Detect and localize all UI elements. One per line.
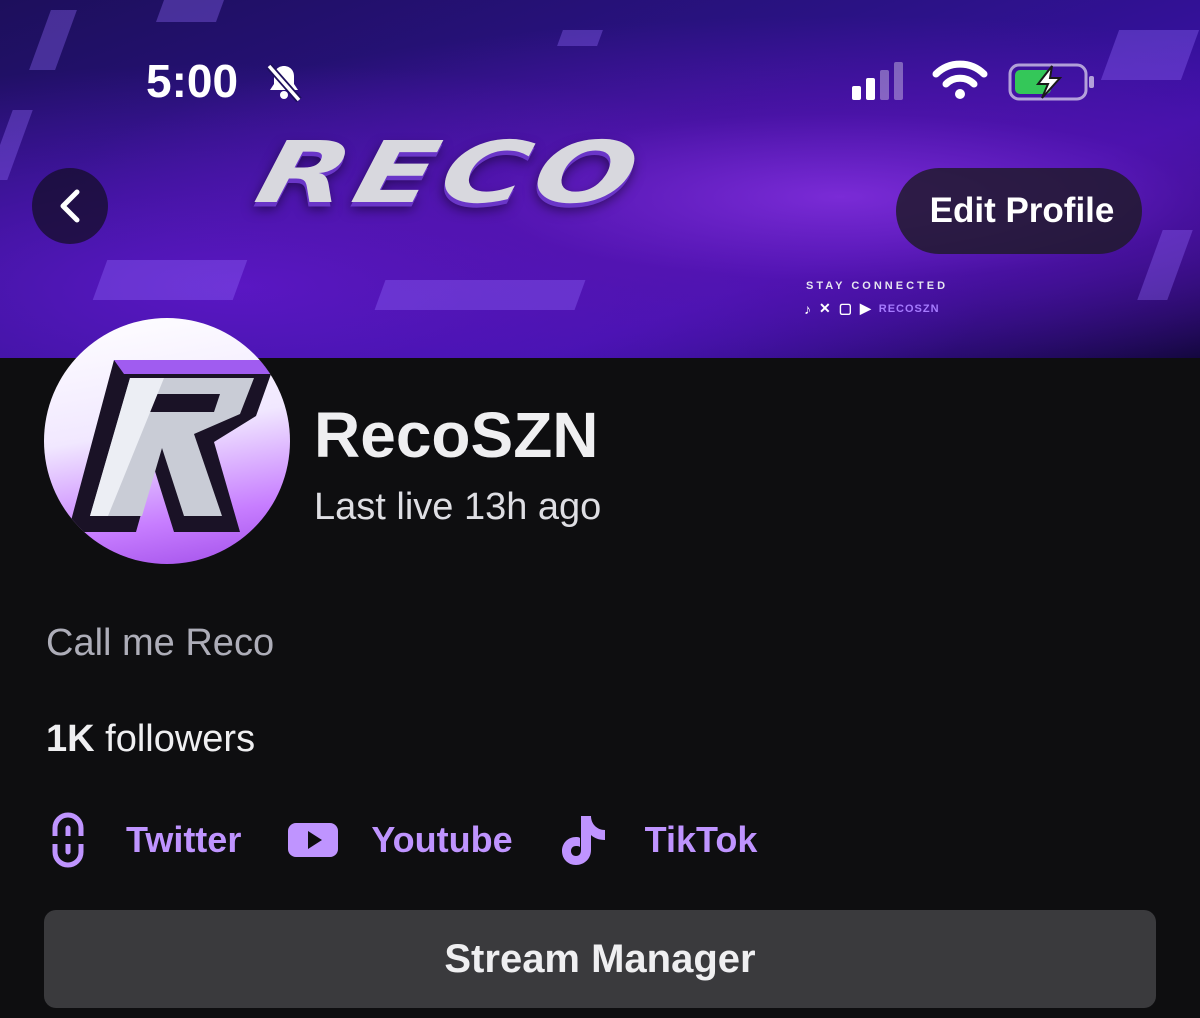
- followers-number: 1K: [46, 718, 95, 760]
- link-label-twitter: Twitter: [126, 819, 242, 860]
- youtube-icon: ▶: [859, 300, 871, 316]
- last-live-status: Last live 13h ago: [314, 486, 602, 528]
- tiktok-icon: [559, 812, 607, 868]
- channel-bio: Call me Reco: [46, 622, 275, 664]
- banner-handle: RECOSZN: [878, 302, 940, 315]
- banner-tagline: STAY CONNECTED: [806, 280, 949, 292]
- followers-label: followers: [105, 718, 256, 760]
- followers-count: 1K followers: [46, 718, 255, 761]
- edit-profile-button[interactable]: Edit Profile: [896, 168, 1142, 254]
- social-links: Twitter Youtube TikTok: [50, 812, 803, 868]
- youtube-icon: [287, 821, 339, 859]
- bell-slash-icon: [264, 62, 304, 107]
- channel-name: RecoSZN: [314, 399, 599, 471]
- wifi-icon: [932, 60, 988, 105]
- banner-social-row: ♪ ✕ ▢ ▶ RECOSZN: [804, 300, 940, 317]
- back-button[interactable]: [32, 168, 108, 244]
- link-label-tiktok: TikTok: [644, 819, 758, 860]
- link-twitter[interactable]: Twitter: [50, 812, 241, 868]
- x-icon: ✕: [819, 300, 831, 316]
- status-time: 5:00: [146, 55, 239, 107]
- twitch-icon: ▢: [838, 300, 852, 316]
- signal-icon: [852, 62, 903, 100]
- link-tiktok[interactable]: TikTok: [559, 812, 758, 868]
- banner-logo: RECO: [247, 122, 655, 223]
- link-youtube[interactable]: Youtube: [287, 819, 513, 861]
- avatar[interactable]: [44, 318, 290, 564]
- chevron-left-icon: [60, 189, 80, 223]
- battery-charging-icon: [1008, 62, 1096, 107]
- r-logo-icon: [68, 360, 276, 532]
- link-icon: [50, 812, 86, 868]
- stream-manager-button[interactable]: Stream Manager: [44, 910, 1156, 1008]
- link-label-youtube: Youtube: [371, 819, 513, 860]
- tiktok-icon: ♪: [804, 300, 811, 317]
